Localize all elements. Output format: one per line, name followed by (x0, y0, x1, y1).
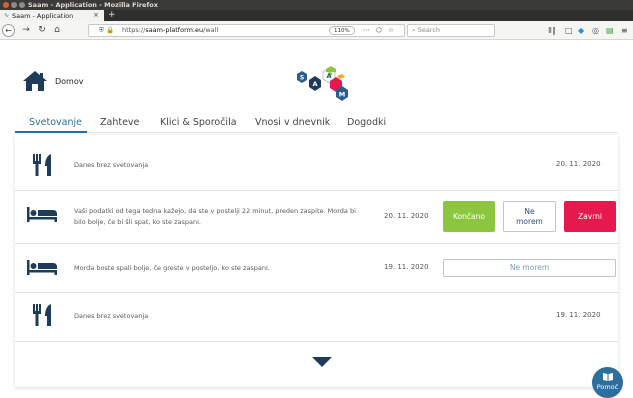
extension-2-icon[interactable]: ◎ (592, 21, 599, 40)
row-4-text: Danes brez svetovanja (74, 312, 149, 320)
chevron-down-icon[interactable] (312, 357, 332, 367)
active-tab-indicator (15, 131, 87, 133)
tab-zahteve[interactable]: Zahteve (100, 117, 139, 128)
url-text[interactable]: https://saam-platform.eu/wall (122, 25, 218, 36)
search-icon: ⌕ (412, 26, 416, 34)
row-2-date: 20. 11. 2020 (384, 212, 429, 220)
tab-dogodki[interactable]: Dogodki (347, 117, 386, 128)
back-arrow-icon[interactable]: ← (2, 24, 15, 37)
utensils-icon (33, 304, 51, 326)
home-link[interactable]: Domov (55, 77, 83, 86)
utensils-icon (33, 154, 51, 176)
logo-letter-a1: A (312, 80, 317, 88)
row-3-text: Morda boste spali bolje, če greste v pos… (74, 264, 270, 272)
sidebar-icon[interactable]: □ (565, 21, 573, 40)
help-button[interactable]: Pomoč (592, 367, 623, 398)
row-3-date: 19. 11. 2020 (384, 263, 429, 271)
browser-tab[interactable]: ∿ Saam - Application × (0, 10, 104, 21)
cannot-button[interactable]: Ne morem (503, 201, 556, 232)
lock-icon[interactable]: ⛨ 🔒 (99, 25, 114, 36)
tab-svetovanje[interactable]: Svetovanje (29, 117, 82, 128)
row-4-date: 19. 11. 2020 (556, 311, 601, 319)
reject-button[interactable]: Zavrni (564, 201, 616, 232)
window-title: Saam - Application - Mozilla Firefox (28, 1, 158, 9)
minimize-window-button[interactable] (11, 2, 17, 8)
bed-icon (27, 207, 57, 222)
close-tab-icon[interactable]: × (93, 10, 99, 21)
row-divider (15, 190, 618, 191)
saam-logo: S A A M (297, 66, 348, 101)
search-placeholder: Search (417, 26, 441, 34)
logo-letter-a2: A (326, 72, 331, 80)
row-divider (15, 341, 618, 342)
cannot-button-line1: Ne (524, 206, 535, 216)
reload-icon[interactable]: ↻ (37, 21, 47, 40)
tab-klici-sporocila[interactable]: Klici & Sporočila (160, 117, 237, 128)
row-divider (15, 292, 618, 293)
extension-icon[interactable]: ◆ (578, 21, 584, 40)
page-actions-icon[interactable]: ⋯ (363, 25, 370, 36)
zoom-indicator[interactable]: 110% (329, 26, 355, 35)
forward-arrow-icon[interactable]: → (21, 21, 31, 40)
url-host: saam-platform.eu (145, 26, 204, 34)
row-2-text-line2: bilo bolje, če bi šli spat, ko ste zaspa… (74, 218, 201, 226)
done-button[interactable]: Končano (443, 201, 495, 232)
favicon-icon: ∿ (4, 12, 10, 19)
help-label: Pomoč (596, 383, 619, 391)
home-icon[interactable]: ⌂ (51, 21, 63, 40)
row-divider (15, 243, 618, 244)
row-2-text-line1: Vaši podatki od tega tedna kažejo, da st… (74, 207, 356, 215)
url-path: /wall (203, 26, 219, 34)
library-icon[interactable]: Ⅱ∥ (548, 21, 556, 40)
bed-icon (27, 260, 57, 275)
logo-letter-m: M (339, 91, 345, 99)
cannot-button-line2: morem (516, 216, 543, 226)
home-icon[interactable] (22, 70, 48, 92)
extension-3-icon[interactable]: ▤ (606, 21, 614, 40)
url-bar[interactable]: ⛨ 🔒 https://saam-platform.eu/wall 110% ⋯… (88, 24, 405, 37)
pocket-icon[interactable]: ⬡ (376, 25, 382, 36)
star-icon[interactable]: ☆ (388, 25, 394, 36)
window-titlebar: Saam - Application - Mozilla Firefox (0, 0, 633, 10)
close-window-button[interactable] (3, 2, 9, 8)
logo-letter-s: S (300, 75, 304, 82)
maximize-window-button[interactable] (19, 2, 25, 8)
url-prefix: https:// (122, 26, 146, 34)
row-1-text: Danes brez svetovanja (74, 161, 149, 169)
browser-tab-title: Saam - Application (12, 11, 74, 20)
tab-vnosi-v-dnevnik[interactable]: Vnosi v dnevnik (255, 117, 330, 128)
browser-navbar: ← → ↻ ⌂ ⛨ 🔒 https://saam-platform.eu/wal… (0, 21, 633, 40)
browser-tabbar: ∿ Saam - Application × + (0, 10, 633, 21)
cannot-button-wide[interactable]: Ne morem (443, 259, 616, 277)
search-input[interactable]: ⌕ Search (407, 24, 495, 37)
book-icon (603, 373, 613, 381)
hamburger-menu-icon[interactable]: ≡ (621, 21, 628, 40)
row-1-date: 20. 11. 2020 (556, 160, 601, 168)
window-controls (3, 2, 25, 8)
section-tabs: Svetovanje Zahteve Klici & Sporočila Vno… (15, 114, 618, 133)
new-tab-button[interactable]: + (108, 10, 116, 21)
